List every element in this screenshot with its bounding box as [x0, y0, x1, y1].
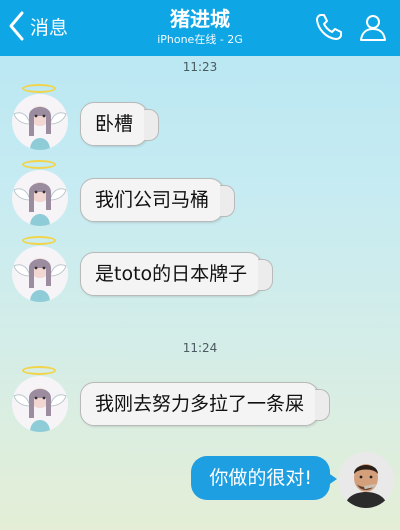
my-avatar[interactable] [338, 452, 394, 508]
chat-header: 消息 猪进城 iPhone在线 - 2G [0, 0, 400, 56]
halo-decoration [22, 160, 56, 169]
incoming-message[interactable]: 卧槽 [80, 102, 160, 146]
back-label: 消息 [30, 16, 69, 39]
phone-icon[interactable] [314, 12, 344, 42]
halo-decoration [22, 236, 56, 245]
contact-status: iPhone在线 - 2G [157, 33, 243, 46]
contact-name: 猪进城 [170, 7, 230, 31]
profile-icon[interactable] [358, 12, 388, 42]
contact-avatar[interactable] [12, 170, 68, 226]
outgoing-message[interactable]: 你做的很对! [191, 456, 337, 500]
halo-decoration [22, 84, 56, 93]
incoming-message[interactable]: 我们公司马桶 [80, 178, 236, 222]
chevron-left-icon [9, 11, 24, 41]
chat-screen: 消息 猪进城 iPhone在线 - 2G 11:23 卧槽 我们公司马桶 是to… [0, 0, 400, 530]
halo-decoration [22, 366, 56, 375]
timestamp: 11:24 [182, 341, 218, 355]
back-button[interactable]: 消息 [6, 10, 68, 42]
title-block: 猪进城 iPhone在线 - 2G [100, 6, 300, 48]
contact-avatar[interactable] [12, 94, 68, 150]
contact-avatar[interactable] [12, 246, 68, 302]
contact-avatar[interactable] [12, 376, 68, 432]
incoming-message[interactable]: 是toto的日本牌子 [80, 252, 274, 296]
incoming-message[interactable]: 我刚去努力多拉了一条屎 [80, 382, 331, 426]
timestamp: 11:23 [182, 60, 218, 74]
